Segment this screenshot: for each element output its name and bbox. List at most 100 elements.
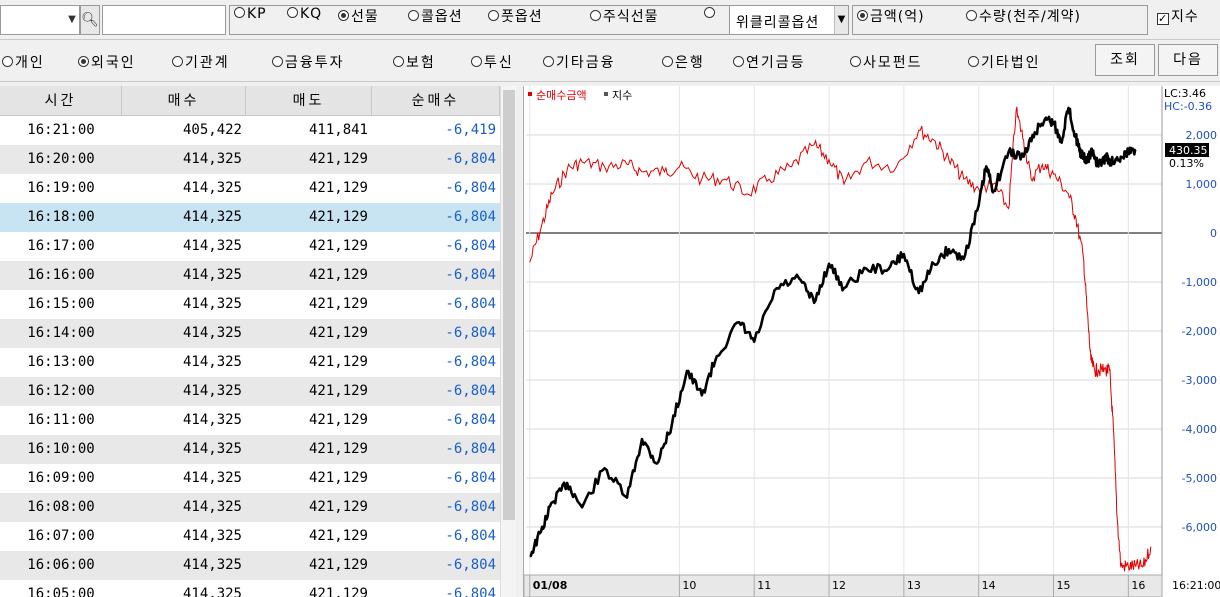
investor-other-financial[interactable]: 기타금융 (543, 52, 616, 72)
radio-icon (234, 7, 245, 18)
cell-sell: 421,129 (308, 557, 368, 573)
x-tick-label: 12 (832, 579, 846, 592)
radio-icon (590, 10, 601, 21)
info-hc: HC:-0.36 (1164, 100, 1212, 113)
table-row[interactable]: 16:17:00 414,325 421,129 -6,804 (0, 232, 500, 261)
x-tick-label: 14 (982, 579, 996, 592)
cell-time: 16:20:00 (27, 151, 95, 167)
investor-trust[interactable]: 투신 (471, 52, 514, 72)
cell-net: -6,804 (445, 238, 496, 254)
cell-time: 16:14:00 (27, 325, 95, 341)
cell-time: 16:05:00 (27, 586, 95, 597)
chart-gridlines (526, 86, 1162, 575)
header-buy[interactable]: 매수 (122, 86, 246, 116)
header-time[interactable]: 시간 (0, 86, 122, 116)
investor-financial-invest[interactable]: 금융투자 (272, 52, 345, 72)
table-row[interactable]: 16:05:00 414,325 421,129 -6,804 (0, 580, 500, 597)
radio-put-option[interactable]: 풋옵션 (488, 6, 543, 26)
investor-bank[interactable]: 은행 (662, 52, 705, 72)
table-row[interactable]: 16:14:00 414,325 421,129 -6,804 (0, 319, 500, 348)
investor-foreign[interactable]: 외국인 (78, 52, 136, 72)
x-tick-label: 13 (907, 579, 921, 592)
investor-individual[interactable]: 개인 (2, 52, 45, 72)
radio-icon (543, 56, 554, 67)
cell-time: 16:09:00 (27, 470, 95, 486)
cell-sell: 421,129 (308, 238, 368, 254)
table-row[interactable]: 16:18:00 414,325 421,129 -6,804 (0, 203, 500, 232)
radio-weekly[interactable] (704, 6, 717, 22)
cell-net: -6,804 (445, 354, 496, 370)
cell-buy: 414,325 (182, 528, 242, 544)
legend-net-swatch (528, 92, 532, 96)
header-sell[interactable]: 매도 (246, 86, 372, 116)
radio-stock-futures[interactable]: 주식선물 (590, 6, 659, 26)
cell-buy: 414,325 (182, 383, 242, 399)
radio-icon (968, 56, 979, 67)
radio-futures[interactable]: 선물 (338, 6, 379, 26)
cell-buy: 414,325 (182, 441, 242, 457)
product-select[interactable]: 위클리콜옵션 ▼ (729, 5, 849, 35)
cell-net: -6,804 (445, 557, 496, 573)
cell-time: 16:11:00 (27, 412, 95, 428)
product-select-value: 위클리콜옵션 (736, 15, 820, 31)
table-row[interactable]: 16:06:00 414,325 421,129 -6,804 (0, 551, 500, 580)
radio-icon (966, 10, 977, 21)
investor-institution[interactable]: 기관계 (172, 52, 230, 72)
next-button[interactable]: 다음 (1158, 44, 1218, 76)
cell-sell: 421,129 (308, 499, 368, 515)
investor-other-corp[interactable]: 기타법인 (968, 52, 1041, 72)
header-net[interactable]: 순매수 (372, 86, 500, 116)
table-row[interactable]: 16:21:00 405,422 411,841 -6,419 (0, 116, 500, 145)
chevron-down-icon[interactable]: ▼ (834, 6, 848, 34)
cell-sell: 421,129 (308, 354, 368, 370)
radio-kq[interactable]: KQ (287, 6, 322, 22)
x-time-label: 16:21:00 (1172, 579, 1220, 592)
cell-sell: 421,129 (308, 412, 368, 428)
table-row[interactable]: 16:10:00 414,325 421,129 -6,804 (0, 435, 500, 464)
cell-sell: 421,129 (308, 151, 368, 167)
cell-sell: 421,129 (308, 267, 368, 283)
name-field[interactable] (102, 5, 226, 35)
info-lc: LC:3.46 (1164, 87, 1206, 100)
investor-toolbar: 개인 외국인 기관계 금융투자 보험 투신 기타금융 은행 연기금등 사모펀드 … (0, 40, 1220, 82)
table-row[interactable]: 16:12:00 414,325 421,129 -6,804 (0, 377, 500, 406)
table-row[interactable]: 16:16:00 414,325 421,129 -6,804 (0, 261, 500, 290)
investor-insurance[interactable]: 보험 (393, 52, 436, 72)
search-icon[interactable]: 🔍︎ (80, 5, 100, 35)
index-checkbox[interactable]: ✓ 지수 (1157, 6, 1199, 26)
cell-net: -6,804 (445, 528, 496, 544)
cell-net: -6,804 (445, 325, 496, 341)
investor-pension[interactable]: 연기금등 (733, 52, 806, 72)
table-row[interactable]: 16:19:00 414,325 421,129 -6,804 (0, 174, 500, 203)
cell-time: 16:18:00 (27, 209, 95, 225)
table-header: 시간 매수 매도 순매수 (0, 86, 500, 116)
chevron-down-icon[interactable]: ▼ (65, 6, 79, 34)
radio-call-option[interactable]: 콜옵션 (408, 6, 463, 26)
cell-net: -6,804 (445, 470, 496, 486)
code-combo[interactable]: ▼ (0, 5, 80, 35)
table-row[interactable]: 16:09:00 414,325 421,129 -6,804 (0, 464, 500, 493)
y-tick-label: -3,000 (1182, 374, 1217, 387)
table-row[interactable]: 16:07:00 414,325 421,129 -6,804 (0, 522, 500, 551)
cell-sell: 421,129 (308, 383, 368, 399)
table-row[interactable]: 16:11:00 414,325 421,129 -6,804 (0, 406, 500, 435)
radio-kp[interactable]: KP (234, 6, 267, 22)
cell-buy: 414,325 (182, 267, 242, 283)
table-row[interactable]: 16:08:00 414,325 421,129 -6,804 (0, 493, 500, 522)
cell-buy: 414,325 (182, 180, 242, 196)
scrollbar-thumb[interactable] (503, 90, 515, 520)
query-button[interactable]: 조회 (1095, 44, 1155, 76)
radio-amount[interactable]: 금액(억) (857, 6, 925, 26)
table-scrollbar[interactable] (500, 86, 516, 597)
radio-quantity[interactable]: 수량(천주/계약) (966, 6, 1081, 26)
cell-sell: 421,129 (308, 296, 368, 312)
table-row[interactable]: 16:15:00 414,325 421,129 -6,804 (0, 290, 500, 319)
cell-net: -6,804 (445, 441, 496, 457)
cell-sell: 421,129 (308, 470, 368, 486)
table-row[interactable]: 16:20:00 414,325 421,129 -6,804 (0, 145, 500, 174)
table-row[interactable]: 16:13:00 414,325 421,129 -6,804 (0, 348, 500, 377)
cell-sell: 421,129 (308, 441, 368, 457)
legend-index: 지수 (612, 89, 632, 102)
cell-buy: 414,325 (182, 412, 242, 428)
investor-private-fund[interactable]: 사모펀드 (850, 52, 923, 72)
